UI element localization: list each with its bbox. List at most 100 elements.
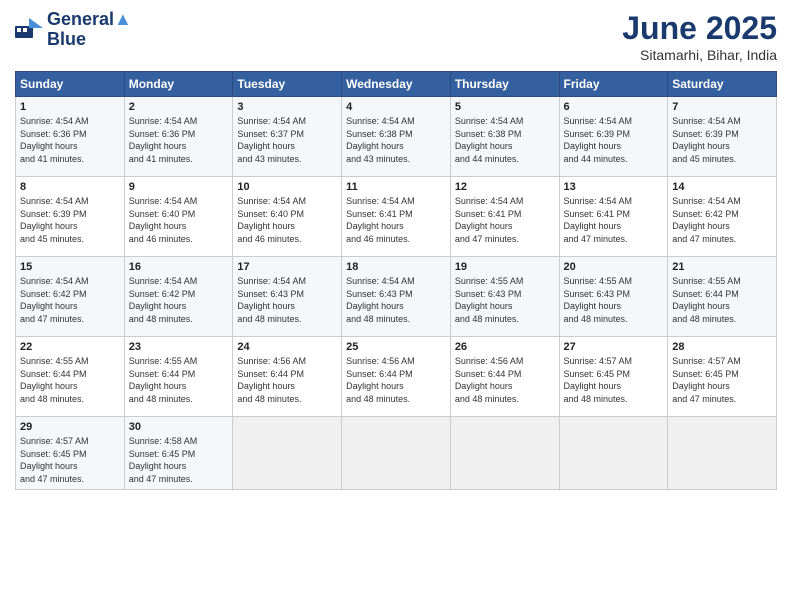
calendar-container: General▲ Blue June 2025 Sitamarhi, Bihar… bbox=[0, 0, 792, 500]
calendar-cell: 9 Sunrise: 4:54 AM Sunset: 6:40 PM Dayli… bbox=[124, 177, 233, 257]
day-info: Sunrise: 4:55 AM Sunset: 6:44 PM Dayligh… bbox=[20, 355, 120, 405]
weekday-header: Friday bbox=[559, 72, 668, 97]
location: Sitamarhi, Bihar, India bbox=[622, 47, 777, 63]
logo: General▲ Blue bbox=[15, 10, 132, 50]
logo-icon bbox=[15, 18, 43, 42]
calendar-cell: 11 Sunrise: 4:54 AM Sunset: 6:41 PM Dayl… bbox=[342, 177, 451, 257]
calendar-cell bbox=[342, 417, 451, 490]
calendar-cell: 5 Sunrise: 4:54 AM Sunset: 6:38 PM Dayli… bbox=[450, 97, 559, 177]
calendar-cell: 1 Sunrise: 4:54 AM Sunset: 6:36 PM Dayli… bbox=[16, 97, 125, 177]
day-number: 4 bbox=[346, 101, 446, 113]
day-number: 11 bbox=[346, 181, 446, 193]
day-number: 26 bbox=[455, 341, 555, 353]
calendar-cell: 22 Sunrise: 4:55 AM Sunset: 6:44 PM Dayl… bbox=[16, 337, 125, 417]
day-info: Sunrise: 4:54 AM Sunset: 6:40 PM Dayligh… bbox=[129, 195, 229, 245]
weekday-header: Monday bbox=[124, 72, 233, 97]
day-info: Sunrise: 4:54 AM Sunset: 6:42 PM Dayligh… bbox=[20, 275, 120, 325]
day-info: Sunrise: 4:55 AM Sunset: 6:43 PM Dayligh… bbox=[455, 275, 555, 325]
calendar-cell: 20 Sunrise: 4:55 AM Sunset: 6:43 PM Dayl… bbox=[559, 257, 668, 337]
day-info: Sunrise: 4:54 AM Sunset: 6:38 PM Dayligh… bbox=[346, 115, 446, 165]
day-number: 8 bbox=[20, 181, 120, 193]
calendar-cell bbox=[450, 417, 559, 490]
weekday-header: Sunday bbox=[16, 72, 125, 97]
weekday-header: Wednesday bbox=[342, 72, 451, 97]
day-number: 18 bbox=[346, 261, 446, 273]
day-info: Sunrise: 4:54 AM Sunset: 6:39 PM Dayligh… bbox=[20, 195, 120, 245]
day-number: 5 bbox=[455, 101, 555, 113]
day-number: 6 bbox=[564, 101, 664, 113]
day-number: 30 bbox=[129, 421, 229, 433]
day-number: 12 bbox=[455, 181, 555, 193]
day-info: Sunrise: 4:56 AM Sunset: 6:44 PM Dayligh… bbox=[455, 355, 555, 405]
day-number: 3 bbox=[237, 101, 337, 113]
day-info: Sunrise: 4:54 AM Sunset: 6:36 PM Dayligh… bbox=[20, 115, 120, 165]
day-info: Sunrise: 4:54 AM Sunset: 6:36 PM Dayligh… bbox=[129, 115, 229, 165]
calendar-table: SundayMondayTuesdayWednesdayThursdayFrid… bbox=[15, 71, 777, 490]
calendar-cell: 27 Sunrise: 4:57 AM Sunset: 6:45 PM Dayl… bbox=[559, 337, 668, 417]
calendar-cell: 28 Sunrise: 4:57 AM Sunset: 6:45 PM Dayl… bbox=[668, 337, 777, 417]
day-number: 15 bbox=[20, 261, 120, 273]
day-info: Sunrise: 4:56 AM Sunset: 6:44 PM Dayligh… bbox=[346, 355, 446, 405]
calendar-cell: 21 Sunrise: 4:55 AM Sunset: 6:44 PM Dayl… bbox=[668, 257, 777, 337]
month-title: June 2025 bbox=[622, 10, 777, 47]
day-number: 14 bbox=[672, 181, 772, 193]
weekday-header: Saturday bbox=[668, 72, 777, 97]
day-number: 29 bbox=[20, 421, 120, 433]
calendar-cell: 23 Sunrise: 4:55 AM Sunset: 6:44 PM Dayl… bbox=[124, 337, 233, 417]
calendar-cell bbox=[233, 417, 342, 490]
day-info: Sunrise: 4:54 AM Sunset: 6:37 PM Dayligh… bbox=[237, 115, 337, 165]
day-info: Sunrise: 4:54 AM Sunset: 6:41 PM Dayligh… bbox=[346, 195, 446, 245]
calendar-cell bbox=[668, 417, 777, 490]
day-number: 10 bbox=[237, 181, 337, 193]
logo-text: General▲ Blue bbox=[47, 10, 132, 50]
title-block: June 2025 Sitamarhi, Bihar, India bbox=[622, 10, 777, 63]
day-number: 17 bbox=[237, 261, 337, 273]
day-info: Sunrise: 4:56 AM Sunset: 6:44 PM Dayligh… bbox=[237, 355, 337, 405]
calendar-cell: 14 Sunrise: 4:54 AM Sunset: 6:42 PM Dayl… bbox=[668, 177, 777, 257]
day-info: Sunrise: 4:55 AM Sunset: 6:44 PM Dayligh… bbox=[672, 275, 772, 325]
day-number: 19 bbox=[455, 261, 555, 273]
day-info: Sunrise: 4:54 AM Sunset: 6:39 PM Dayligh… bbox=[564, 115, 664, 165]
calendar-cell: 17 Sunrise: 4:54 AM Sunset: 6:43 PM Dayl… bbox=[233, 257, 342, 337]
calendar-cell: 24 Sunrise: 4:56 AM Sunset: 6:44 PM Dayl… bbox=[233, 337, 342, 417]
calendar-cell: 13 Sunrise: 4:54 AM Sunset: 6:41 PM Dayl… bbox=[559, 177, 668, 257]
day-number: 27 bbox=[564, 341, 664, 353]
calendar-cell: 4 Sunrise: 4:54 AM Sunset: 6:38 PM Dayli… bbox=[342, 97, 451, 177]
day-number: 7 bbox=[672, 101, 772, 113]
calendar-cell: 16 Sunrise: 4:54 AM Sunset: 6:42 PM Dayl… bbox=[124, 257, 233, 337]
day-info: Sunrise: 4:54 AM Sunset: 6:42 PM Dayligh… bbox=[129, 275, 229, 325]
calendar-cell: 30 Sunrise: 4:58 AM Sunset: 6:45 PM Dayl… bbox=[124, 417, 233, 490]
calendar-cell: 10 Sunrise: 4:54 AM Sunset: 6:40 PM Dayl… bbox=[233, 177, 342, 257]
day-number: 23 bbox=[129, 341, 229, 353]
calendar-cell: 3 Sunrise: 4:54 AM Sunset: 6:37 PM Dayli… bbox=[233, 97, 342, 177]
day-info: Sunrise: 4:57 AM Sunset: 6:45 PM Dayligh… bbox=[564, 355, 664, 405]
day-info: Sunrise: 4:54 AM Sunset: 6:41 PM Dayligh… bbox=[455, 195, 555, 245]
day-info: Sunrise: 4:54 AM Sunset: 6:40 PM Dayligh… bbox=[237, 195, 337, 245]
day-number: 22 bbox=[20, 341, 120, 353]
calendar-cell: 18 Sunrise: 4:54 AM Sunset: 6:43 PM Dayl… bbox=[342, 257, 451, 337]
day-number: 24 bbox=[237, 341, 337, 353]
day-info: Sunrise: 4:55 AM Sunset: 6:44 PM Dayligh… bbox=[129, 355, 229, 405]
day-number: 9 bbox=[129, 181, 229, 193]
day-info: Sunrise: 4:54 AM Sunset: 6:41 PM Dayligh… bbox=[564, 195, 664, 245]
weekday-header: Tuesday bbox=[233, 72, 342, 97]
day-info: Sunrise: 4:58 AM Sunset: 6:45 PM Dayligh… bbox=[129, 435, 229, 485]
calendar-cell: 8 Sunrise: 4:54 AM Sunset: 6:39 PM Dayli… bbox=[16, 177, 125, 257]
day-info: Sunrise: 4:57 AM Sunset: 6:45 PM Dayligh… bbox=[672, 355, 772, 405]
day-info: Sunrise: 4:54 AM Sunset: 6:39 PM Dayligh… bbox=[672, 115, 772, 165]
day-number: 13 bbox=[564, 181, 664, 193]
day-info: Sunrise: 4:54 AM Sunset: 6:43 PM Dayligh… bbox=[237, 275, 337, 325]
calendar-cell: 2 Sunrise: 4:54 AM Sunset: 6:36 PM Dayli… bbox=[124, 97, 233, 177]
day-number: 2 bbox=[129, 101, 229, 113]
calendar-cell: 25 Sunrise: 4:56 AM Sunset: 6:44 PM Dayl… bbox=[342, 337, 451, 417]
day-number: 20 bbox=[564, 261, 664, 273]
day-number: 1 bbox=[20, 101, 120, 113]
calendar-cell: 19 Sunrise: 4:55 AM Sunset: 6:43 PM Dayl… bbox=[450, 257, 559, 337]
header: General▲ Blue June 2025 Sitamarhi, Bihar… bbox=[15, 10, 777, 63]
day-number: 25 bbox=[346, 341, 446, 353]
calendar-cell: 12 Sunrise: 4:54 AM Sunset: 6:41 PM Dayl… bbox=[450, 177, 559, 257]
calendar-cell: 15 Sunrise: 4:54 AM Sunset: 6:42 PM Dayl… bbox=[16, 257, 125, 337]
calendar-cell bbox=[559, 417, 668, 490]
calendar-cell: 6 Sunrise: 4:54 AM Sunset: 6:39 PM Dayli… bbox=[559, 97, 668, 177]
calendar-cell: 26 Sunrise: 4:56 AM Sunset: 6:44 PM Dayl… bbox=[450, 337, 559, 417]
